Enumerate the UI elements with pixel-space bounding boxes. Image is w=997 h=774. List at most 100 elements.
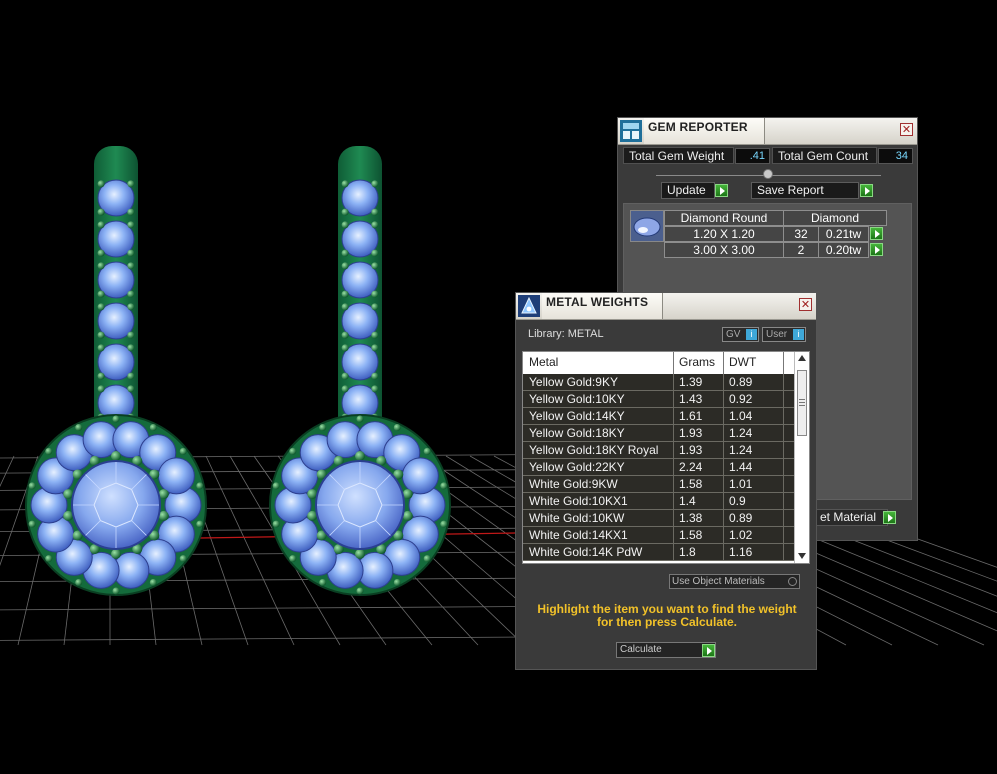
column-divider <box>673 408 674 424</box>
user-label: User <box>766 329 788 340</box>
column-divider <box>673 352 674 374</box>
gem-material-header: Diamond <box>783 210 887 226</box>
gem-reporter-title: GEM REPORTER <box>648 120 748 134</box>
dwt-cell: 1.16 <box>729 545 753 559</box>
library-label: Library: METAL <box>528 328 604 340</box>
update-button[interactable]: Update <box>661 182 715 199</box>
gem-row-size[interactable]: 1.20 X 1.20 <box>664 226 784 242</box>
info-icon: i <box>793 329 804 340</box>
slider-handle[interactable] <box>763 169 773 179</box>
scroll-thumb[interactable] <box>797 370 807 436</box>
metal-weights-title: METAL WEIGHTS <box>546 295 649 309</box>
grams-cell: 1.4 <box>679 494 696 508</box>
grams-cell: 1.93 <box>679 426 703 440</box>
close-icon[interactable]: ✕ <box>900 123 913 136</box>
column-divider <box>783 510 784 526</box>
radio-icon <box>788 577 797 586</box>
gem-reporter-titlebar[interactable]: GEM REPORTER ✕ <box>618 118 917 145</box>
table-row[interactable]: Yellow Gold:18KY 1.93 1.24 <box>523 425 795 442</box>
column-divider <box>723 527 724 543</box>
table-row[interactable]: Yellow Gold:9KY 1.39 0.89 <box>523 374 795 391</box>
column-divider <box>783 527 784 543</box>
metal-table-header: Metal Grams DWT <box>523 352 795 374</box>
save-report-button[interactable]: Save Report <box>751 182 859 199</box>
use-object-materials-label: Use Object Materials <box>672 576 765 587</box>
gem-shape-header: Diamond Round <box>664 210 784 226</box>
table-row[interactable]: White Gold:10KW 1.38 0.89 <box>523 510 795 527</box>
column-divider <box>673 374 674 390</box>
table-row[interactable]: Yellow Gold:22KY 2.24 1.44 <box>523 459 795 476</box>
grams-cell: 1.58 <box>679 528 703 542</box>
table-row[interactable]: Yellow Gold:10KY 1.43 0.92 <box>523 391 795 408</box>
save-report-go-icon[interactable] <box>860 184 873 197</box>
metal-weights-app-icon <box>518 295 540 317</box>
dwt-cell: 1.02 <box>729 528 753 542</box>
table-row[interactable]: White Gold:14K PdW 1.8 1.16 <box>523 544 795 561</box>
use-object-materials-toggle[interactable]: Use Object Materials <box>669 574 800 589</box>
update-go-icon[interactable] <box>715 184 728 197</box>
column-divider <box>783 352 784 374</box>
grams-cell: 1.38 <box>679 511 703 525</box>
metal-name-cell: Yellow Gold:10KY <box>529 392 625 406</box>
column-divider <box>673 510 674 526</box>
column-divider <box>723 352 724 374</box>
column-divider <box>783 493 784 509</box>
column-divider <box>723 425 724 441</box>
earring-model <box>269 146 451 596</box>
gem-row-size[interactable]: 3.00 X 3.00 <box>664 242 784 258</box>
gem-reporter-app-icon <box>620 120 642 142</box>
column-header-grams[interactable]: Grams <box>679 355 715 369</box>
gem-row-go-icon[interactable] <box>870 243 883 256</box>
table-row[interactable]: White Gold:9KW 1.58 1.01 <box>523 476 795 493</box>
calculate-button[interactable]: Calculate <box>616 642 716 658</box>
dwt-cell: 0.92 <box>729 392 753 406</box>
column-divider <box>783 391 784 407</box>
table-row[interactable]: Yellow Gold:18KY Royal 1.93 1.24 <box>523 442 795 459</box>
dwt-cell: 1.24 <box>729 443 753 457</box>
instruction-line-1: Highlight the item you want to find the … <box>537 602 797 616</box>
column-header-metal[interactable]: Metal <box>529 355 558 369</box>
user-toggle[interactable]: User i <box>762 327 806 342</box>
column-divider <box>673 493 674 509</box>
grams-cell: 1.39 <box>679 375 703 389</box>
table-row[interactable]: White Gold:14KX1 1.58 1.02 <box>523 527 795 544</box>
calculate-button-label: Calculate <box>620 644 662 655</box>
object-material-button[interactable]: et Material <box>814 509 888 526</box>
metal-weights-titlebar[interactable]: METAL WEIGHTS ✕ <box>516 293 816 320</box>
gem-row-count: 32 <box>783 226 819 242</box>
column-divider <box>723 459 724 475</box>
metal-name-cell: Yellow Gold:22KY <box>529 460 625 474</box>
metal-name-cell: White Gold:10KX1 <box>529 494 628 508</box>
metal-name-cell: Yellow Gold:9KY <box>529 375 618 389</box>
calculate-go-icon[interactable] <box>702 644 715 657</box>
update-button-label: Update <box>667 183 706 197</box>
column-divider <box>723 476 724 492</box>
column-divider <box>673 442 674 458</box>
column-header-dwt[interactable]: DWT <box>729 355 756 369</box>
table-row[interactable]: White Gold:10KX1 1.4 0.9 <box>523 493 795 510</box>
gv-toggle[interactable]: GV i <box>722 327 759 342</box>
dwt-cell: 1.01 <box>729 477 753 491</box>
vertical-scrollbar[interactable] <box>794 352 809 563</box>
gem-row-go-icon[interactable] <box>870 227 883 240</box>
metal-name-cell: Yellow Gold:18KY Royal <box>529 443 659 457</box>
diamond-round-thumbnail[interactable] <box>630 210 664 242</box>
scroll-up-icon[interactable] <box>798 355 806 361</box>
metal-table[interactable]: Metal Grams DWT Yellow Gold:9KY 1.39 0.89 Y… <box>522 351 810 564</box>
column-divider <box>783 476 784 492</box>
column-divider <box>673 476 674 492</box>
column-divider <box>783 374 784 390</box>
dwt-cell: 0.89 <box>729 375 753 389</box>
grams-cell: 1.43 <box>679 392 703 406</box>
column-divider <box>723 544 724 560</box>
object-material-go-icon[interactable] <box>883 511 896 524</box>
column-divider <box>673 544 674 560</box>
scroll-down-icon[interactable] <box>798 553 806 559</box>
table-row[interactable]: Yellow Gold:14KY 1.61 1.04 <box>523 408 795 425</box>
dwt-cell: 1.04 <box>729 409 753 423</box>
total-gem-weight-value: .41 <box>735 148 770 164</box>
close-icon[interactable]: ✕ <box>799 298 812 311</box>
column-divider <box>673 459 674 475</box>
info-icon: i <box>746 329 757 340</box>
gem-row-count: 2 <box>783 242 819 258</box>
